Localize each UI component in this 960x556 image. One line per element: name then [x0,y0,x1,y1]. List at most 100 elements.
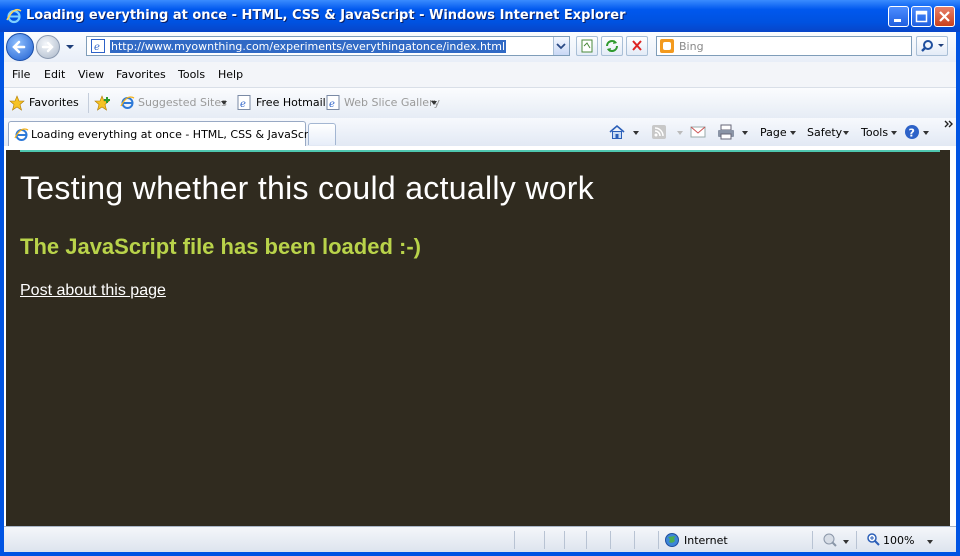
tools-menu-button[interactable]: Tools [861,126,888,139]
ie-page-icon [14,128,29,141]
svg-text:e: e [94,42,100,53]
search-icon [921,40,944,52]
chevron-down-icon[interactable] [789,130,797,136]
recent-pages-dropdown-icon[interactable] [65,43,75,51]
read-mail-icon[interactable] [690,125,706,139]
post-link[interactable]: Post about this page [20,282,166,300]
add-to-favorites-icon[interactable] [94,95,112,111]
chevron-down-icon[interactable] [676,130,684,136]
ie-page-icon [120,96,135,109]
favorite-suggested-sites[interactable]: Suggested Sites [138,96,227,109]
web-page: Testing whether this could actually work… [6,150,950,526]
internet-globe-icon [665,533,679,547]
stop-x-icon [632,40,642,51]
status-separator [586,531,587,549]
chevron-down-icon[interactable] [632,130,640,136]
status-separator [658,531,659,549]
favorites-bar: Favorites Suggested Sites e Free Hotmail… [4,88,956,118]
menu-tools[interactable]: Tools [178,68,205,81]
home-icon[interactable] [608,123,626,141]
chevron-down-icon[interactable] [220,100,228,106]
top-accent-rule [20,150,940,152]
status-separator [544,531,545,549]
favorites-star-icon [9,95,25,111]
bing-logo-icon [660,39,674,53]
chevron-down-icon[interactable] [741,130,749,136]
favorite-web-slice-gallery[interactable]: Web Slice Gallery [344,96,440,109]
compatibility-view-button[interactable] [576,36,598,56]
maximize-button[interactable] [911,6,932,27]
print-icon[interactable] [716,124,736,140]
tab-bar: Loading everything at once - HTML, CSS &… [4,118,956,147]
page-subheading: The JavaScript file has been loaded :-) [20,234,421,259]
refresh-icon [606,40,618,52]
new-tab-button[interactable] [308,123,336,145]
minimize-icon [894,19,901,22]
chevron-down-icon[interactable] [890,130,898,136]
chevron-down-icon[interactable] [922,130,930,136]
toolbar-overflow-icon[interactable] [944,119,954,129]
page-e-icon: e [326,95,340,110]
favorite-free-hotmail[interactable]: Free Hotmail [256,96,326,109]
security-zone-label[interactable]: Internet [684,534,728,547]
window-title: Loading everything at once - HTML, CSS &… [26,8,626,23]
tab-active[interactable]: Loading everything at once - HTML, CSS &… [8,121,323,146]
address-toolbar: e http://www.myownthing.com/experiments/… [4,32,956,62]
browser-client: e http://www.myownthing.com/experiments/… [4,32,956,552]
close-icon [939,11,950,22]
protected-mode-icon[interactable] [822,533,838,547]
status-separator [564,531,565,549]
status-bar: Internet 100% [4,526,956,552]
status-separator [856,531,857,549]
search-placeholder: Bing [679,40,704,53]
chevron-down-icon[interactable] [430,100,438,106]
svg-text:e: e [329,99,335,110]
back-button[interactable] [6,33,34,61]
menu-help[interactable]: Help [218,68,243,81]
address-field[interactable]: e http://www.myownthing.com/experiments/… [86,36,570,56]
page-heading: Testing whether this could actually work [20,170,595,206]
refresh-button[interactable] [601,36,623,56]
ie-window: Loading everything at once - HTML, CSS &… [0,0,960,556]
menu-view[interactable]: View [78,68,104,81]
search-button[interactable] [916,36,948,56]
menu-edit[interactable]: Edit [44,68,65,81]
status-separator [514,531,515,549]
chevron-down-icon [556,43,566,50]
favorites-button-label[interactable]: Favorites [29,96,79,109]
menu-bar: File Edit View Favorites Tools Help [4,62,956,88]
address-dropdown-button[interactable] [553,37,569,55]
status-separator [812,531,813,549]
forward-button[interactable] [36,35,60,59]
content-viewport: Testing whether this could actually work… [4,146,956,526]
tab-label: Loading everything at once - HTML, CSS &… [31,128,323,141]
help-icon[interactable]: ? [904,124,920,140]
broken-page-icon [581,39,593,53]
arrow-left-icon [12,40,26,54]
minimize-button[interactable] [888,6,909,27]
stop-button[interactable] [626,36,648,56]
address-url-text[interactable]: http://www.myownthing.com/experiments/ev… [110,40,507,53]
page-e-icon: e [91,39,105,53]
title-bar[interactable]: Loading everything at once - HTML, CSS &… [0,0,960,32]
favorites-separator [88,93,89,113]
safety-menu-button[interactable]: Safety [807,126,842,139]
chevron-down-icon[interactable] [842,539,850,545]
close-window-button[interactable] [934,6,955,27]
menu-file[interactable]: File [12,68,30,81]
chevron-down-icon[interactable] [842,130,850,136]
svg-text:e: e [240,99,246,110]
zoom-icon [867,533,880,546]
status-separator [610,531,611,549]
menu-favorites[interactable]: Favorites [116,68,166,81]
page-menu-button[interactable]: Page [760,126,787,139]
page-e-icon: e [237,95,251,110]
svg-text:?: ? [909,127,915,140]
zoom-level[interactable]: 100% [883,534,914,547]
rss-feed-icon[interactable] [651,124,667,140]
status-separator [634,531,635,549]
arrow-right-icon [41,41,54,53]
maximize-icon [915,10,928,23]
chevron-down-icon[interactable] [926,539,934,545]
search-field[interactable]: Bing [656,36,912,56]
